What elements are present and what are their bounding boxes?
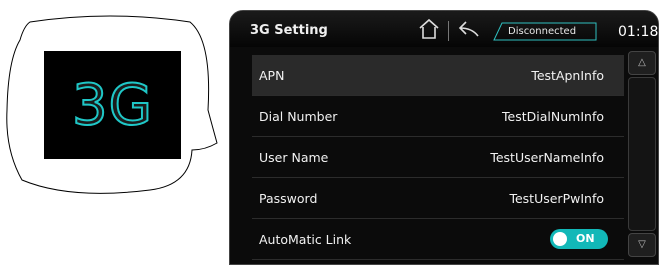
scrollbar-track[interactable] <box>628 77 656 231</box>
row-label: Password <box>259 191 318 206</box>
row-dial-number[interactable]: Dial Number TestDialNumInfo <box>252 96 624 137</box>
row-value: TestUserNameInfo <box>490 150 604 165</box>
back-icon[interactable] <box>456 17 482 41</box>
row-value: TestApnInfo <box>531 68 604 83</box>
row-value: TestUserPwInfo <box>509 191 604 206</box>
clock: 01:18 <box>618 24 659 40</box>
toolbar-divider <box>448 21 449 41</box>
row-password[interactable]: Password TestUserPwInfo <box>252 178 624 219</box>
settings-list: APN TestApnInfo Dial Number TestDialNumI… <box>252 55 624 260</box>
3g-illustration: 3G <box>44 51 181 159</box>
row-value: TestDialNumInfo <box>502 109 604 124</box>
3g-illustration-text: 3G <box>71 72 154 139</box>
row-user-name[interactable]: User Name TestUserNameInfo <box>252 137 624 178</box>
row-apn[interactable]: APN TestApnInfo <box>252 55 624 96</box>
row-label: AutoMatic Link <box>259 232 352 247</box>
row-automatic-link: AutoMatic Link ON <box>252 219 624 260</box>
row-label: Dial Number <box>259 109 338 124</box>
device-screen: 3G Setting Disconnected 01:18 APN TestAp… <box>229 10 659 265</box>
toggle-label: ON <box>576 232 595 245</box>
automatic-link-toggle[interactable]: ON <box>550 229 608 249</box>
toggle-knob <box>553 232 567 246</box>
connection-status-text: Disconnected <box>508 26 577 37</box>
home-icon[interactable] <box>416 17 442 41</box>
row-label: User Name <box>259 150 329 165</box>
page-title: 3G Setting <box>250 23 328 38</box>
top-bar: 3G Setting Disconnected 01:18 <box>230 11 658 47</box>
row-label: APN <box>259 68 285 83</box>
scroll-up-button[interactable]: △ <box>628 51 656 75</box>
scroll-down-button[interactable]: ▽ <box>628 233 656 257</box>
